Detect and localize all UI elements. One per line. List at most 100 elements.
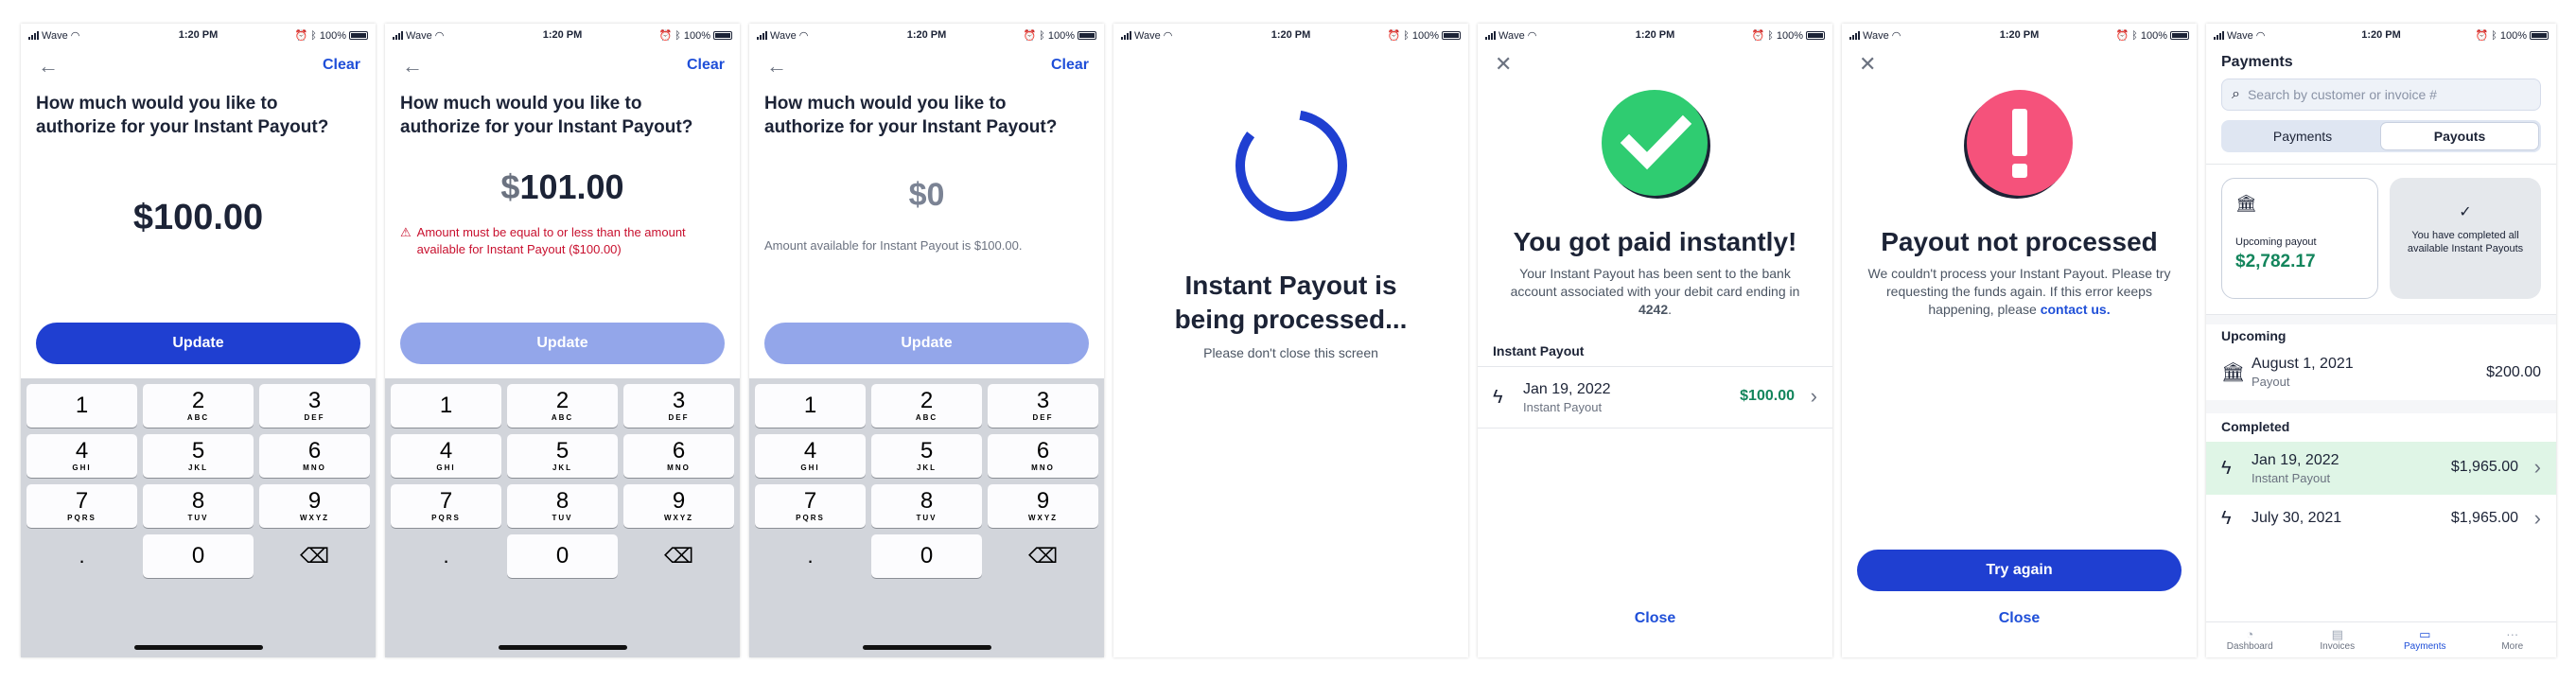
- search-icon: ⌕: [2232, 86, 2240, 102]
- tab-invoices[interactable]: ▤ Invoices: [2294, 622, 2382, 657]
- checkmark-icon: ✓: [2459, 204, 2472, 220]
- key-6[interactable]: 6 MNO: [988, 434, 1098, 478]
- key-decimal[interactable]: .: [26, 534, 137, 578]
- key-1[interactable]: 1: [755, 384, 866, 428]
- battery-percent: 100%: [319, 29, 346, 42]
- invoice-icon: ▤: [2331, 627, 2343, 641]
- back-arrow-icon[interactable]: ←: [38, 54, 59, 79]
- key-3[interactable]: 3 DEF: [259, 384, 370, 428]
- clear-button[interactable]: Clear: [687, 57, 725, 74]
- upcoming-payout-row[interactable]: 🏛 August 1, 2021 Payout $200.00: [2206, 343, 2556, 400]
- update-button-disabled[interactable]: Update: [764, 323, 1089, 364]
- status-bar: Wave ◠ 1:20 PM ⏰ ᛒ 100%: [21, 24, 376, 48]
- key-delete[interactable]: ⌫: [988, 534, 1098, 578]
- success-check-icon: [1601, 90, 1710, 199]
- completed-row[interactable]: ϟ July 30, 2021 $1,965.00 ›: [2206, 495, 2556, 542]
- key-6[interactable]: 6 MNO: [623, 434, 734, 478]
- phone-success: Wave ◠ 1:20 PM ⏰ ᛒ 100% ✕ You got paid inst…: [1478, 24, 1832, 657]
- key-3[interactable]: 3 DEF: [623, 384, 734, 428]
- tab-dashboard[interactable]: ◔ Dashboard: [2206, 622, 2294, 657]
- error-exclamation-icon: [1963, 90, 2073, 199]
- completed-section-title: Completed: [2221, 419, 2290, 434]
- key-8[interactable]: 8 TUV: [871, 484, 982, 528]
- key-7[interactable]: 7 PQRS: [391, 484, 501, 528]
- back-arrow-icon[interactable]: ←: [766, 54, 787, 79]
- close-x-icon[interactable]: ✕: [1495, 52, 1512, 77]
- key-2[interactable]: 2 ABC: [871, 384, 982, 428]
- tx-amount: $100.00: [1740, 388, 1795, 404]
- key-2[interactable]: 2 ABC: [143, 384, 254, 428]
- key-9[interactable]: 9 WXYZ: [988, 484, 1098, 528]
- key-0[interactable]: 0: [507, 534, 618, 578]
- key-6[interactable]: 6 MNO: [259, 434, 370, 478]
- amount-value: 101.00: [519, 167, 624, 206]
- update-button[interactable]: Update: [36, 323, 360, 364]
- amount-value: 100.00: [152, 198, 264, 237]
- dashboard-icon: ◔: [2246, 627, 2254, 641]
- key-4[interactable]: 4 GHI: [755, 434, 866, 478]
- key-7[interactable]: 7 PQRS: [26, 484, 137, 528]
- search-input[interactable]: ⌕ Search by customer or invoice #: [2221, 79, 2541, 111]
- completed-row-highlighted[interactable]: ϟ Jan 19, 2022 Instant Payout $1,965.00 …: [2206, 442, 2556, 495]
- amount-question: How much would you like to authorize for…: [36, 94, 329, 137]
- key-9[interactable]: 9 WXYZ: [623, 484, 734, 528]
- key-8[interactable]: 8 TUV: [507, 484, 618, 528]
- key-8[interactable]: 8 TUV: [143, 484, 254, 528]
- alarm-icon: ⏰: [658, 30, 673, 42]
- battery-icon: [1442, 31, 1461, 40]
- clear-button[interactable]: Clear: [323, 57, 360, 74]
- home-indicator: [498, 645, 627, 650]
- key-2[interactable]: 2 ABC: [507, 384, 618, 428]
- bluetooth-icon: ᛒ: [310, 29, 317, 42]
- clear-button[interactable]: Clear: [1051, 57, 1089, 74]
- key-decimal[interactable]: .: [755, 534, 866, 578]
- key-decimal[interactable]: .: [391, 534, 501, 578]
- alarm-icon: ⏰: [1387, 30, 1401, 42]
- close-button[interactable]: Close: [1478, 610, 1832, 627]
- completed-instant-payouts-text: You have completed all available Instant…: [2407, 230, 2524, 254]
- key-delete[interactable]: ⌫: [259, 534, 370, 578]
- battery-percent: 100%: [2499, 29, 2527, 42]
- close-x-icon[interactable]: ✕: [1859, 52, 1876, 77]
- key-0[interactable]: 0: [143, 534, 254, 578]
- tab-more[interactable]: ··· More: [2469, 622, 2557, 657]
- key-4[interactable]: 4 GHI: [26, 434, 137, 478]
- close-button[interactable]: Close: [1842, 610, 2197, 627]
- key-9[interactable]: 9 WXYZ: [259, 484, 370, 528]
- chevron-right-icon: ›: [2533, 506, 2541, 530]
- key-3[interactable]: 3 DEF: [988, 384, 1098, 428]
- key-1[interactable]: 1: [26, 384, 137, 428]
- alarm-icon: ⏰: [1023, 30, 1037, 42]
- success-title: You got paid instantly!: [1513, 227, 1797, 256]
- upcoming-payout-card[interactable]: 🏛 Upcoming payout $2,782.17: [2221, 178, 2378, 299]
- key-4[interactable]: 4 GHI: [391, 434, 501, 478]
- contact-us-link[interactable]: contact us.: [2041, 302, 2111, 317]
- error-text: Amount must be equal to or less than the…: [416, 225, 686, 256]
- delete-icon: ⌫: [1027, 544, 1059, 568]
- back-arrow-icon[interactable]: ←: [402, 54, 423, 79]
- battery-icon: [1806, 31, 1825, 40]
- chevron-right-icon: ›: [1810, 384, 1817, 408]
- key-5[interactable]: 5 JKL: [507, 434, 618, 478]
- battery-percent: 100%: [1776, 29, 1803, 42]
- failure-title: Payout not processed: [1881, 227, 2158, 256]
- key-delete[interactable]: ⌫: [623, 534, 734, 578]
- key-1[interactable]: 1: [391, 384, 501, 428]
- battery-percent: 100%: [1411, 29, 1439, 42]
- battery-percent: 100%: [2140, 29, 2167, 42]
- update-button-disabled[interactable]: Update: [400, 323, 725, 364]
- try-again-button[interactable]: Try again: [1857, 550, 2182, 591]
- key-5[interactable]: 5 JKL: [143, 434, 254, 478]
- phone-amount-entry-valid: Wave ◠ 1:20 PM ⏰ ᛒ 100% ← Clear How much wo…: [21, 24, 376, 657]
- key-0[interactable]: 0: [871, 534, 982, 578]
- key-5[interactable]: 5 JKL: [871, 434, 982, 478]
- instant-payout-row[interactable]: ϟ Jan 19, 2022 Instant Payout $100.00 ›: [1478, 367, 1832, 428]
- more-icon: ···: [2506, 627, 2519, 641]
- status-bar: Wave ◠ 1:20 PM ⏰ ᛒ 100%: [2206, 24, 2556, 48]
- tab-payments-nav[interactable]: ▭ Payments: [2381, 622, 2469, 657]
- key-7[interactable]: 7 PQRS: [755, 484, 866, 528]
- amount-display: $0: [908, 177, 945, 213]
- tab-payments[interactable]: Payments: [2224, 123, 2381, 149]
- error-message: ⚠ Amount must be equal to or less than t…: [385, 224, 740, 258]
- tab-payouts[interactable]: Payouts: [2381, 123, 2538, 149]
